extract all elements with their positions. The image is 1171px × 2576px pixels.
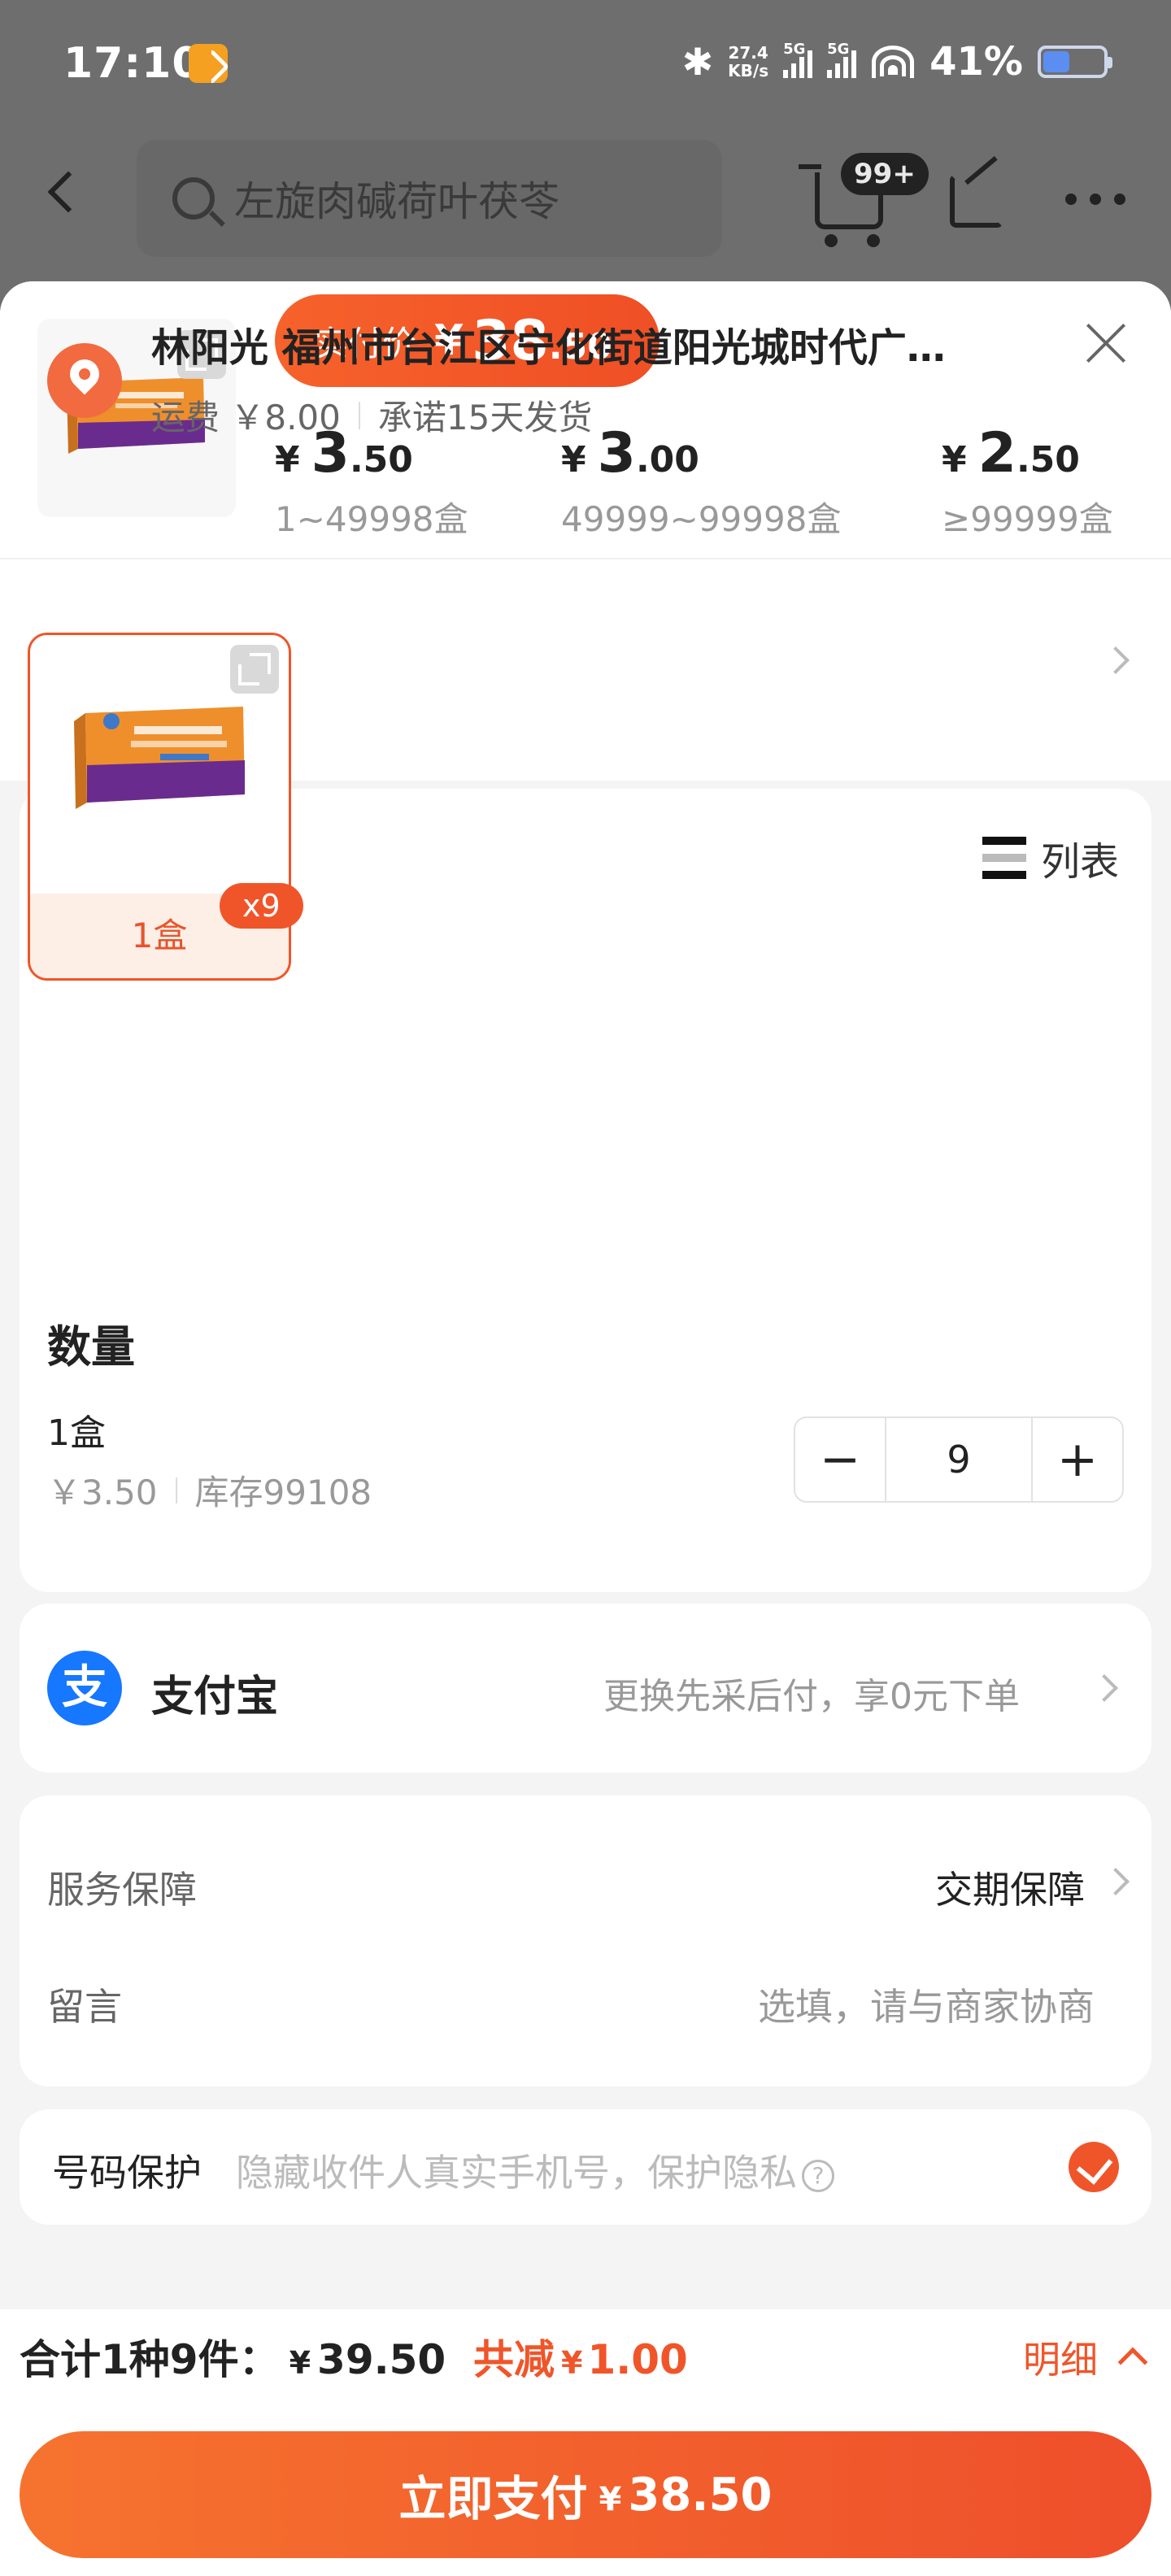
number-protection-label: 号码保护 [52, 2151, 202, 2195]
sku-image [30, 635, 289, 894]
bluetooth-icon: ✱ [681, 40, 714, 84]
discount-total: 共减 ¥ 1.00 [473, 2336, 688, 2383]
order-total: 合计1种9件： ¥ 39.50 [20, 2336, 446, 2383]
shipping-fee: 运费 ￥8.00 [151, 398, 341, 437]
status-bar: 17:10 ✱ 27.4 KB/s 5G 5G 41% [0, 0, 1171, 130]
status-time: 17:10 [63, 39, 202, 88]
help-icon[interactable]: ? [802, 2159, 834, 2192]
list-icon [982, 837, 1026, 879]
payment-method-name: 支付宝 [151, 1673, 279, 1721]
price-tier: ¥2.50 ≥99999盒 [942, 421, 1113, 539]
sku-count-badge: x9 [220, 883, 303, 929]
search-icon [172, 177, 215, 220]
delivery-promise: 承诺15天发货 [377, 398, 593, 437]
app-notification-icon [189, 44, 228, 83]
quantity-value[interactable]: 9 [885, 1418, 1033, 1501]
list-view-button[interactable]: 列表 [982, 829, 1119, 886]
payment-promo[interactable]: 更换先采后付，享0元下单 [603, 1667, 1020, 1719]
quantity-title: 数量 [47, 1321, 135, 1373]
message-input[interactable]: 选填，请与商家协商 [758, 1978, 1095, 2031]
number-protection-desc: 隐藏收件人真实手机号，保护隐私? [236, 2143, 834, 2197]
more-icon[interactable] [1065, 194, 1125, 205]
battery-icon [1038, 46, 1112, 78]
signal-icon: 5G [827, 41, 857, 78]
status-indicators: ✱ 27.4 KB/s 5G 5G 41% [681, 37, 1112, 86]
expand-icon[interactable] [230, 645, 279, 694]
unit-price-stock: ￥3.50 库存99108 [47, 1473, 372, 1512]
message-label: 留言 [47, 1985, 122, 2029]
service-guarantee-value[interactable]: 交期保障 [935, 1860, 1085, 1914]
checkbox-checked-icon[interactable] [1069, 2142, 1119, 2192]
decrement-button[interactable]: − [795, 1418, 885, 1501]
close-icon[interactable] [1083, 320, 1129, 366]
alipay-icon: 支 [47, 1651, 122, 1725]
service-guarantee-label: 服务保障 [47, 1868, 197, 1912]
battery-percent: 41% [929, 39, 1023, 85]
detail-button[interactable]: 明细 [1023, 2330, 1148, 2384]
chevron-up-icon [1117, 2347, 1148, 2378]
service-card [20, 1795, 1151, 2086]
share-icon[interactable] [950, 174, 1003, 228]
price-tier: ¥3.00 49999~99998盒 [561, 421, 842, 539]
pay-now-button[interactable]: 立即支付 ¥ 38.50 [20, 2431, 1151, 2558]
quantity-stepper[interactable]: − 9 + [794, 1416, 1124, 1503]
search-text: 左旋肉碱荷叶茯苓 [234, 178, 559, 225]
shipping-info: 运费 ￥8.00 承诺15天发货 [151, 390, 592, 440]
network-speed: 27.4 KB/s [728, 43, 769, 80]
wifi-icon [871, 46, 915, 78]
cart-badge: 99+ [841, 153, 929, 195]
increment-button[interactable]: + [1033, 1418, 1122, 1501]
search-bar[interactable]: 左旋肉碱荷叶茯苓 [137, 140, 722, 257]
quantity-unit: 1盒 [47, 1412, 106, 1454]
address-line[interactable]: 林阳光 福州市台江区宁化街道阳光城时代广… [151, 315, 946, 372]
signal-icon: 5G [783, 41, 813, 78]
